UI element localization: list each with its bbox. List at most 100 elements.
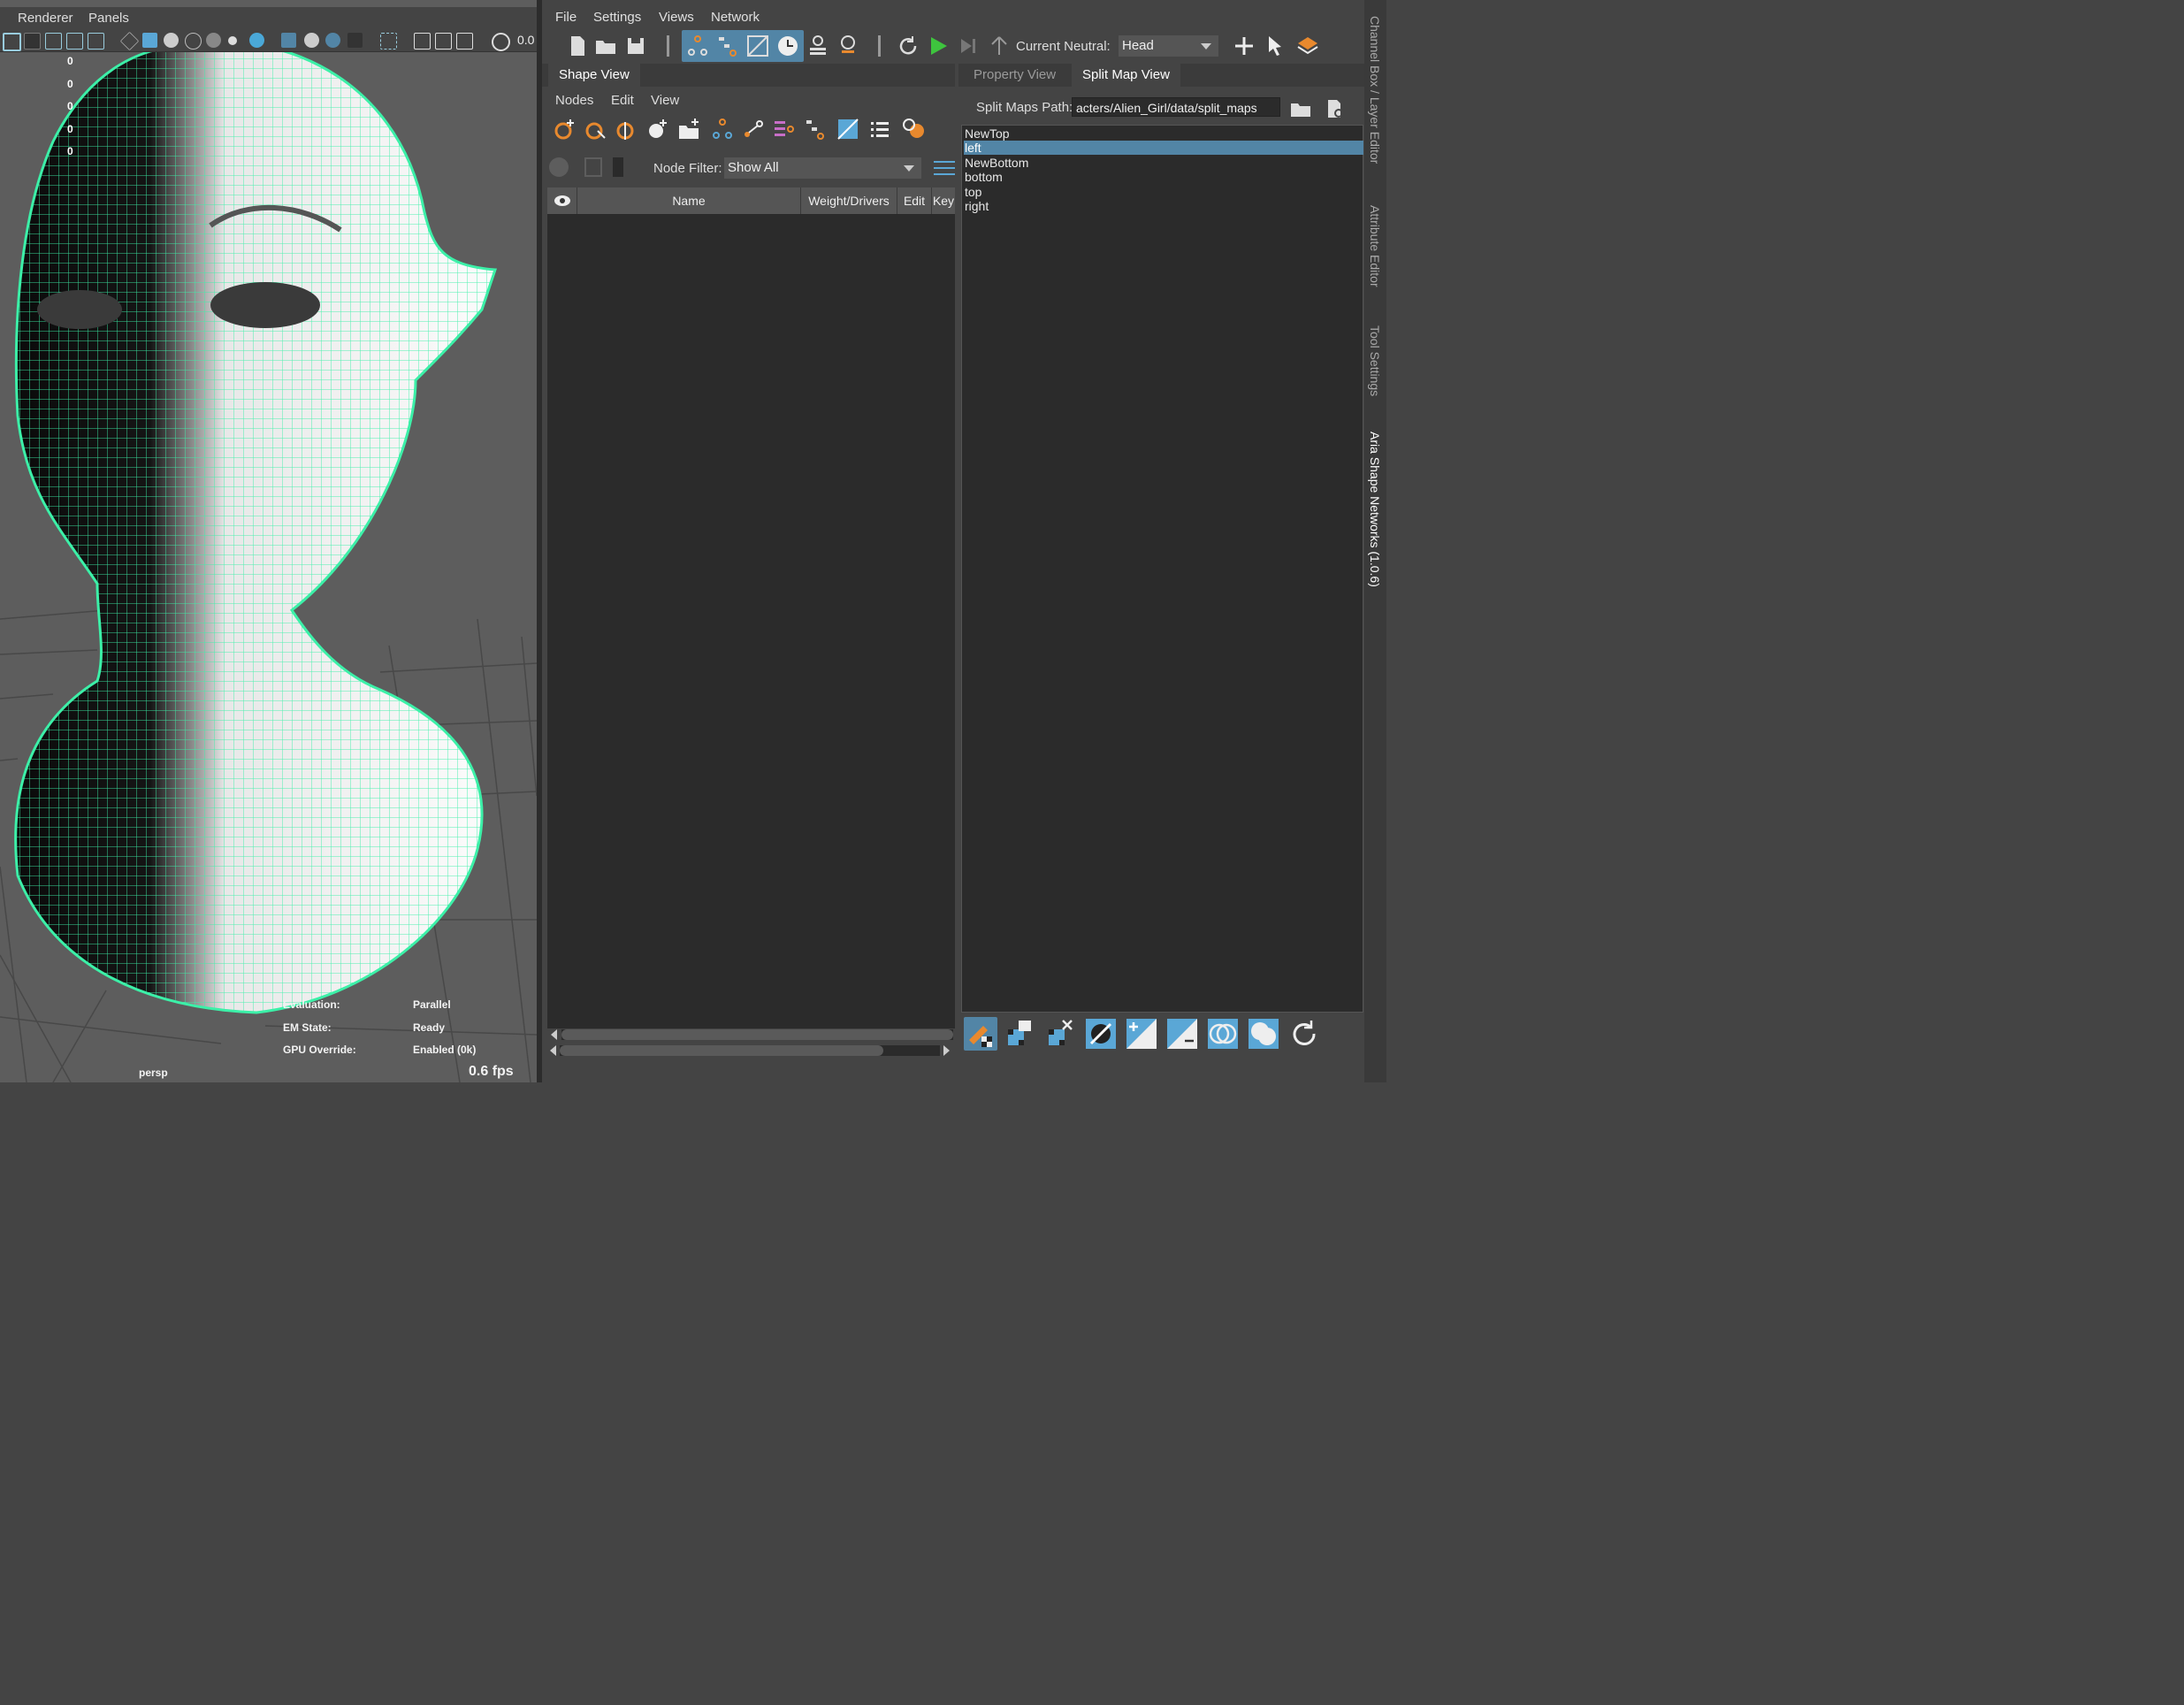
split-maps-path-input[interactable]: acters/Alien_Girl/data/split_maps [1072,97,1280,117]
select-arrow-icon[interactable] [1262,34,1287,58]
image-plane-icon[interactable] [66,33,83,50]
open-folder-icon[interactable] [593,34,618,58]
panels-menu[interactable]: Panels [88,11,129,26]
scroll-left-arrow-icon[interactable] [551,1029,557,1040]
delete-split-map-icon[interactable] [1043,1017,1077,1051]
depth-of-field-icon[interactable] [347,33,363,48]
clock-icon[interactable] [775,34,800,58]
exposure-icon[interactable] [492,33,510,51]
list-item[interactable]: bottom [964,170,1363,184]
2d-pan-zoom-icon[interactable] [88,33,104,50]
tab-attribute-editor[interactable]: Attribute Editor [1368,205,1382,287]
wireframe-on-shaded-icon[interactable] [185,33,202,50]
settings-list-icon[interactable] [806,34,830,58]
lighting-icon[interactable] [228,36,237,45]
add-target-icon[interactable] [553,117,577,141]
hierarchy-toggle-icon[interactable] [549,157,569,177]
layers-icon[interactable] [1295,34,1320,58]
filter-options-icon[interactable] [931,157,955,179]
scroll-left-arrow-icon[interactable] [550,1045,556,1056]
xray-joints-icon[interactable] [435,33,452,50]
node-graph-icon[interactable] [685,34,710,58]
tree-icon[interactable] [803,117,828,141]
connect-icon[interactable] [741,117,766,141]
tab-property-view[interactable]: Property View [963,64,1066,87]
wireframe-icon[interactable] [119,31,140,51]
nodes-menu[interactable]: Nodes [555,93,593,108]
motion-blur-icon[interactable] [304,33,319,48]
settings-menu[interactable]: Settings [593,10,641,25]
anti-aliasing-icon[interactable] [325,33,340,48]
play-icon[interactable] [926,34,951,58]
paint-split-map-icon[interactable] [964,1017,997,1051]
subtract-weight-icon[interactable] [1165,1017,1199,1051]
key-column-header[interactable]: Key [932,187,955,214]
tab-aria-shape-networks[interactable]: Aria Shape Networks (1.0.6) [1368,432,1382,587]
file-menu[interactable]: File [555,10,577,25]
add-corrective-icon[interactable] [584,117,608,141]
bookmark-icon[interactable] [45,33,62,50]
split-map-list[interactable]: NewTop left NewBottom bottom top right [961,125,1363,1013]
scrollbar-thumb[interactable] [560,1045,883,1056]
network-menu[interactable]: Network [711,10,760,25]
union-icon[interactable] [1247,1017,1280,1051]
timer-icon[interactable] [836,34,860,58]
weight-drivers-column-header[interactable]: Weight/Drivers [801,187,897,214]
default-material-icon[interactable] [164,33,179,48]
shape-globe-icon[interactable] [901,117,926,141]
list-item[interactable]: NewBottom [964,156,1363,170]
filter-toggle-icon[interactable] [613,157,623,177]
view-menu[interactable]: View [651,93,679,108]
tab-split-map-view[interactable]: Split Map View [1072,64,1180,87]
list-item[interactable]: right [964,199,1363,213]
scrollbar-thumb[interactable] [561,1029,953,1040]
views-menu[interactable]: Views [659,10,694,25]
viewport-panel[interactable]: Renderer Panels 0.0 0 0 0 0 0 Evaluation… [0,0,537,1082]
viewport-scene[interactable] [0,0,537,1082]
new-file-icon[interactable] [565,34,590,58]
current-neutral-dropdown[interactable]: Head [1119,35,1218,57]
hierarchy-icon[interactable] [715,34,740,58]
neutral-pose-icon[interactable] [987,34,1012,58]
save-icon[interactable] [623,34,648,58]
blend-weight-icon[interactable] [745,34,770,58]
smooth-shade-icon[interactable] [142,33,157,48]
edit-column-header[interactable]: Edit [897,187,932,214]
renderer-menu[interactable]: Renderer [18,11,73,26]
list-item[interactable]: NewTop [964,126,1363,141]
reveal-file-icon[interactable] [1323,97,1346,120]
xray-icon[interactable] [414,33,431,50]
step-play-icon[interactable] [956,34,981,58]
graph-icon[interactable] [710,117,735,141]
horizontal-scrollbar-upper[interactable] [561,1029,953,1040]
node-filter-dropdown[interactable]: Show All [724,157,921,179]
add-inbetween-icon[interactable] [615,117,639,141]
exposure-value[interactable]: 0.0 [517,33,534,47]
reset-icon[interactable] [1287,1017,1321,1051]
horizontal-scrollbar-lower[interactable] [560,1045,940,1056]
refresh-icon[interactable] [896,34,920,58]
select-camera-icon[interactable] [3,33,21,51]
driver-list-icon[interactable] [772,117,797,141]
add-weight-icon[interactable] [1125,1017,1158,1051]
save-split-map-icon[interactable] [1003,1017,1036,1051]
invert-icon[interactable] [1084,1017,1118,1051]
list-item-selected[interactable]: left [964,141,1363,155]
add-combo-icon[interactable] [645,117,670,141]
name-column-header[interactable]: Name [577,187,801,214]
visibility-column-header[interactable] [547,187,577,214]
isolate-select-icon[interactable] [380,33,397,50]
list-item[interactable]: top [964,185,1363,199]
tab-shape-view[interactable]: Shape View [548,64,640,87]
list-numbers-icon[interactable] [867,117,892,141]
camera-attributes-icon[interactable] [24,33,41,50]
tab-tool-settings[interactable]: Tool Settings [1368,325,1382,396]
intersect-icon[interactable] [1206,1017,1240,1051]
xray-components-icon[interactable] [456,33,473,50]
add-group-folder-icon[interactable] [676,117,701,141]
frame-toggle-icon[interactable] [584,157,602,177]
scroll-right-arrow-icon[interactable] [943,1045,950,1056]
tab-channel-box-layer-editor[interactable]: Channel Box / Layer Editor [1368,16,1382,164]
edit-menu[interactable]: Edit [611,93,634,108]
node-table-body[interactable] [547,215,955,1028]
